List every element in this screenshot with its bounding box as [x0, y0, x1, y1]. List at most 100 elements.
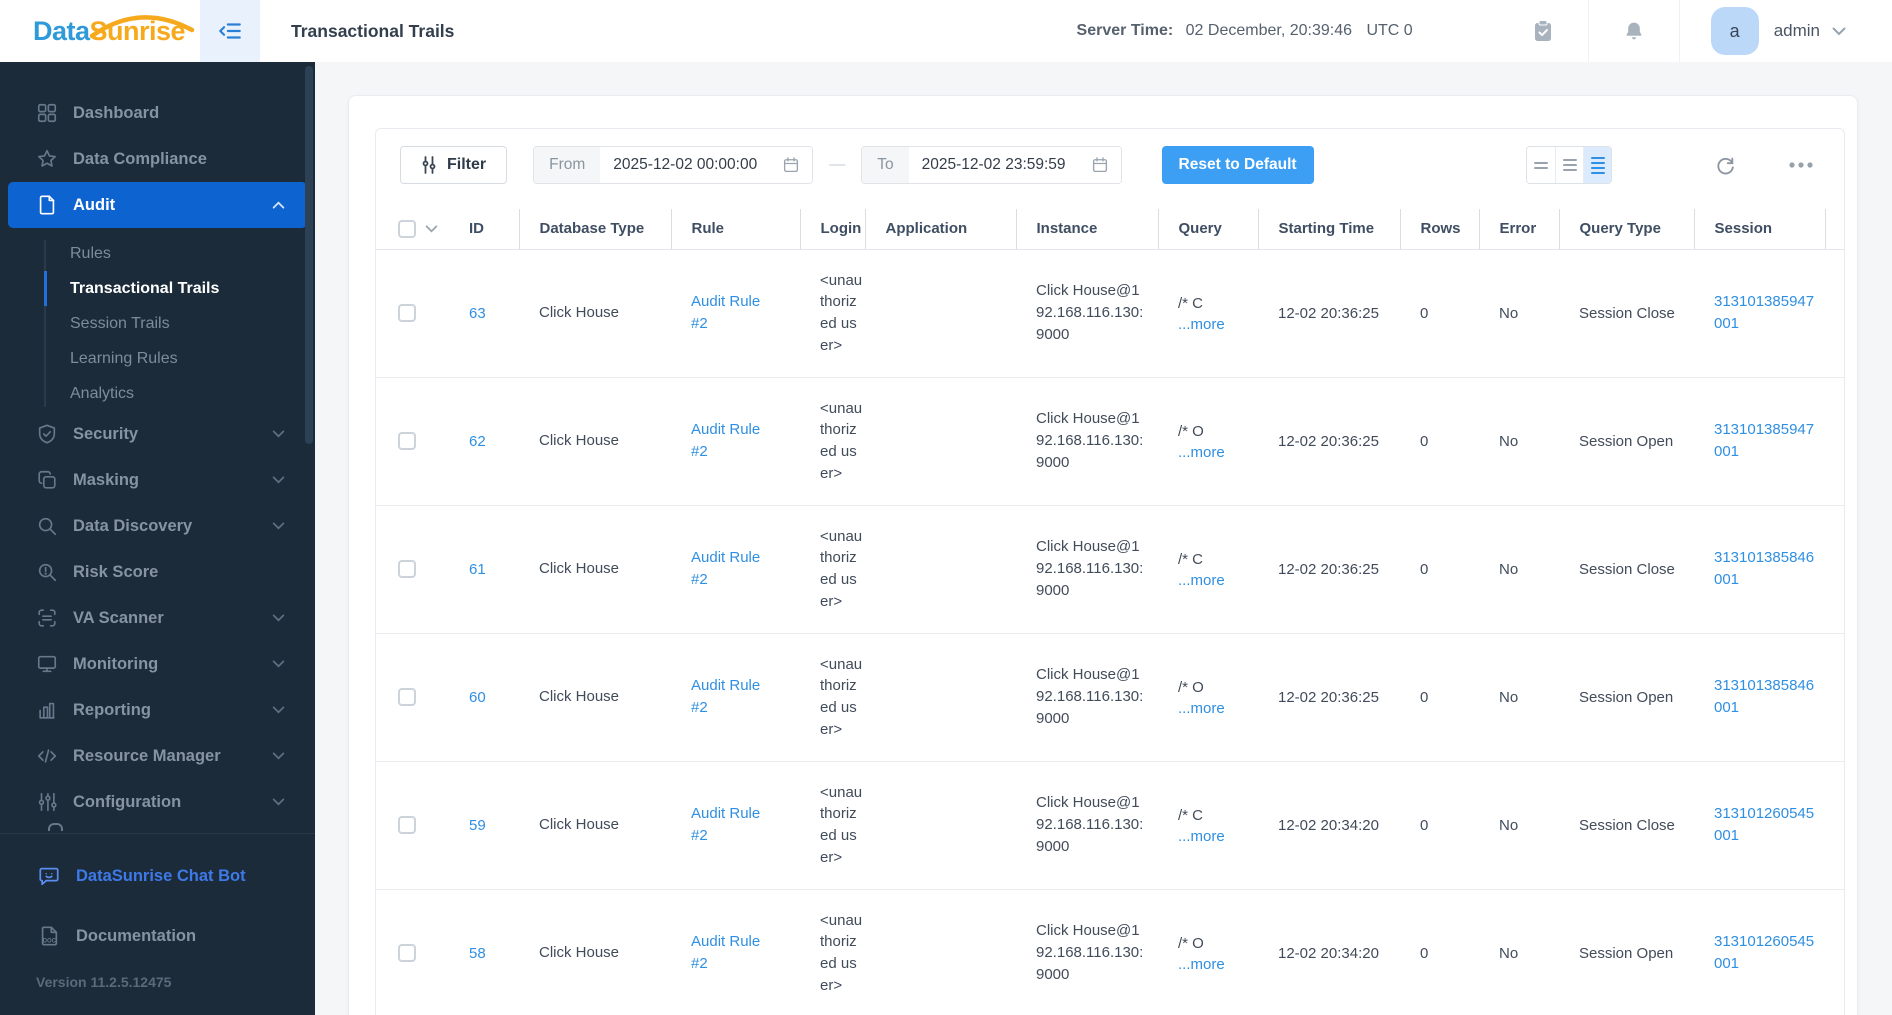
query-text: /* C	[1178, 806, 1204, 824]
notifications-bell-icon[interactable]	[1622, 20, 1646, 42]
column-header-id[interactable]: ID	[449, 209, 520, 250]
query-more-link[interactable]: ...more	[1178, 572, 1258, 589]
row-checkbox[interactable]	[398, 304, 416, 323]
sidebar-item-configuration[interactable]: Configuration	[0, 779, 315, 825]
column-header-query-type[interactable]: Query Type	[1559, 209, 1695, 250]
sidebar-item-learning-rules[interactable]: Learning Rules	[0, 341, 315, 376]
sidebar-item-label: Resource Manager	[73, 746, 221, 765]
sidebar-item-dashboard[interactable]: Dashboard	[0, 90, 315, 136]
audit-rule-link[interactable]: Audit Rule #2	[691, 803, 771, 847]
sidebar-item-session-trails[interactable]: Session Trails	[0, 306, 315, 341]
query-more-link[interactable]: ...more	[1178, 316, 1258, 333]
cell-login: <unauthorized user>	[800, 505, 865, 634]
cell-id: 60	[449, 633, 519, 762]
column-header-rows[interactable]: Rows	[1400, 209, 1480, 250]
audit-rule-link[interactable]: Audit Rule #2	[691, 291, 771, 335]
date-from-input[interactable]: 2025-12-02 00:00:00	[600, 147, 770, 183]
column-header-error[interactable]: Error	[1479, 209, 1560, 250]
sidebar-item-reporting[interactable]: Reporting	[0, 687, 315, 733]
session-link[interactable]: 313101385846001	[1714, 547, 1816, 591]
reset-to-default-button[interactable]: Reset to Default	[1161, 146, 1314, 184]
sidebar-item-resource-manager[interactable]: Resource Manager	[0, 733, 315, 779]
cell-database-type: Click House	[519, 761, 671, 890]
session-link[interactable]: 313101385846001	[1714, 675, 1816, 719]
date-to-input[interactable]: 2025-12-02 23:59:59	[909, 147, 1079, 183]
cell-error: No	[1479, 761, 1559, 890]
filter-button[interactable]: Filter	[400, 146, 508, 184]
sidebar-item-analytics[interactable]: Analytics	[0, 376, 315, 411]
sidebar-item-rules[interactable]: Rules	[0, 236, 315, 271]
sidebar-item-chat-bot[interactable]: DataSunrise Chat Bot	[0, 854, 315, 898]
audit-rule-link[interactable]: Audit Rule #2	[691, 675, 771, 719]
session-link[interactable]: 313101385947001	[1714, 291, 1816, 335]
column-header-login[interactable]: Login	[800, 209, 866, 250]
tasks-clipboard-icon[interactable]	[1531, 20, 1555, 42]
query-more-link[interactable]: ...more	[1178, 700, 1258, 717]
query-more-link[interactable]: ...more	[1178, 956, 1258, 973]
audit-rule-link[interactable]: Audit Rule #2	[691, 419, 771, 463]
sidebar-item-data-discovery[interactable]: Data Discovery	[0, 503, 315, 549]
event-id-link[interactable]: 59	[469, 817, 486, 834]
chevron-down-icon	[272, 798, 285, 806]
event-id-link[interactable]: 58	[469, 945, 486, 962]
row-checkbox[interactable]	[398, 688, 416, 707]
sidebar-collapse-button[interactable]	[200, 0, 260, 62]
user-avatar[interactable]: a	[1710, 7, 1759, 55]
event-id-link[interactable]: 63	[469, 305, 486, 322]
username[interactable]: admin	[1774, 21, 1820, 41]
row-checkbox[interactable]	[398, 816, 416, 835]
column-header-database-type[interactable]: Database Type	[519, 209, 672, 250]
audit-rule-link[interactable]: Audit Rule #2	[691, 547, 771, 591]
refresh-icon	[1717, 157, 1734, 175]
column-header-instance[interactable]: Instance	[1016, 209, 1159, 250]
event-id-link[interactable]: 61	[469, 561, 486, 578]
sliders-icon	[36, 791, 58, 813]
calendar-button[interactable]	[770, 147, 813, 183]
refresh-button[interactable]	[1708, 153, 1742, 177]
sidebar-item-label: VA Scanner	[73, 608, 164, 627]
density-comfortable-button[interactable]	[1583, 147, 1611, 183]
cell-login: <unauthorized user>	[800, 761, 865, 890]
cell-instance: Click House@192.168.116.130:9000	[1016, 249, 1158, 378]
sidebar-nav: Dashboard Data Compliance Audit Rules Transa…	[0, 62, 315, 825]
column-header-op[interactable]: Op	[1825, 209, 1844, 250]
sidebar-item-audit[interactable]: Audit	[8, 182, 307, 228]
logo[interactable]: Data Sunrise	[0, 14, 200, 45]
density-compact-button[interactable]	[1527, 147, 1555, 183]
row-checkbox[interactable]	[398, 944, 416, 963]
session-link[interactable]: 313101385947001	[1714, 419, 1816, 463]
cell-starting-time: 12-02 20:34:20	[1258, 761, 1400, 890]
column-header-query[interactable]: Query	[1158, 209, 1259, 250]
sidebar-scrollbar[interactable]	[305, 66, 313, 444]
select-menu-chevron-down-icon[interactable]	[425, 220, 438, 237]
session-link[interactable]: 313101260545001	[1714, 931, 1816, 975]
sidebar-item-masking[interactable]: Masking	[0, 457, 315, 503]
sidebar-item-va-scanner[interactable]: VA Scanner	[0, 595, 315, 641]
query-more-link[interactable]: ...more	[1178, 828, 1258, 845]
cell-id: 61	[449, 505, 519, 634]
calendar-button[interactable]	[1078, 147, 1121, 183]
event-id-link[interactable]: 60	[469, 689, 486, 706]
row-checkbox[interactable]	[398, 560, 416, 579]
event-id-link[interactable]: 62	[469, 433, 486, 450]
select-all-checkbox[interactable]	[398, 219, 416, 238]
sidebar-item-security[interactable]: Security	[0, 411, 315, 457]
column-header-application[interactable]: Application	[865, 209, 1017, 250]
sidebar-item-monitoring[interactable]: Monitoring	[0, 641, 315, 687]
session-link[interactable]: 313101260545001	[1714, 803, 1816, 847]
login-value: <unauthorized user>	[820, 911, 863, 994]
column-header-rule[interactable]: Rule	[671, 209, 801, 250]
audit-rule-link[interactable]: Audit Rule #2	[691, 931, 771, 975]
column-header-session[interactable]: Session	[1694, 209, 1826, 250]
user-menu-chevron-down-icon[interactable]	[1832, 27, 1846, 36]
sidebar-item-data-compliance[interactable]: Data Compliance	[0, 136, 315, 182]
density-medium-button[interactable]	[1555, 147, 1583, 183]
sidebar-item-transactional-trails[interactable]: Transactional Trails	[0, 271, 315, 306]
row-checkbox[interactable]	[398, 432, 416, 451]
query-more-link[interactable]: ...more	[1178, 444, 1258, 461]
error-value: No	[1499, 560, 1519, 578]
sidebar-item-risk-score[interactable]: Risk Score	[0, 549, 315, 595]
column-header-starting-time[interactable]: Starting Time	[1258, 209, 1401, 250]
more-options-button[interactable]	[1782, 160, 1820, 170]
sidebar-item-documentation[interactable]: DOC Documentation	[0, 914, 315, 958]
